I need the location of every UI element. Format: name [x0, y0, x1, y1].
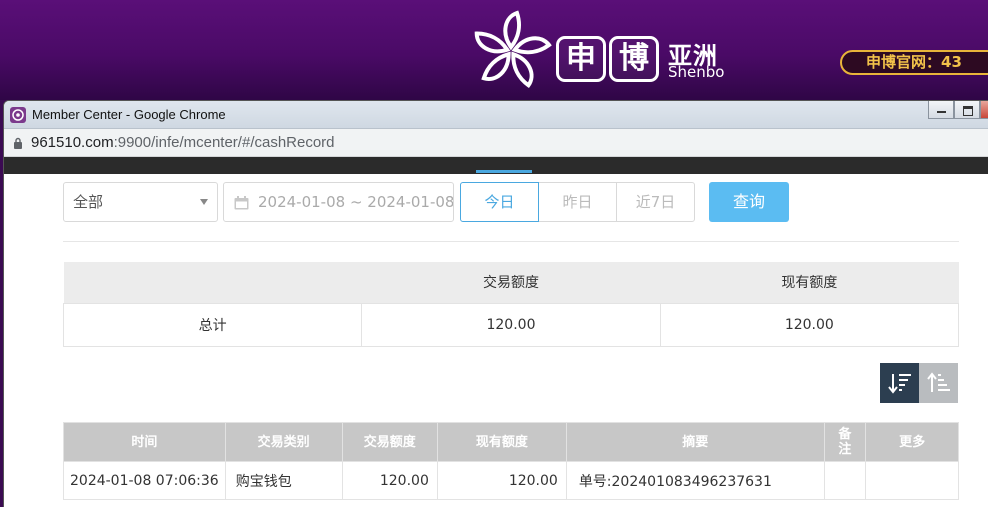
cell-summary: 单号:202401083496237631 — [565, 461, 825, 500]
summary-cell: 120.00 — [361, 302, 661, 347]
cell-more[interactable] — [865, 461, 959, 500]
flower-logo-icon — [474, 10, 552, 89]
column-header-type: 交易类别 — [224, 422, 343, 462]
minimize-button[interactable] — [928, 101, 954, 119]
calendar-icon — [234, 196, 249, 210]
column-header-amount: 交易额度 — [341, 422, 438, 462]
summary-header-cell — [63, 262, 362, 303]
window-titlebar: Member Center - Google Chrome — [4, 101, 988, 129]
summary-header-cell: 现有额度 — [660, 262, 959, 303]
window-title: Member Center - Google Chrome — [32, 107, 226, 122]
column-header-balance: 现有额度 — [436, 422, 567, 462]
divider — [63, 241, 959, 242]
cell-type: 购宝钱包 — [224, 461, 343, 500]
sort-controls — [880, 363, 958, 403]
column-header-time: 时间 — [63, 422, 226, 462]
cell-remark — [823, 461, 867, 500]
table-row: 2024-01-08 07:06:36 购宝钱包 120.00 120.00 单… — [63, 461, 959, 500]
url-text[interactable]: 961510.com:9900/infe/mcenter/#/cashRecor… — [31, 134, 335, 151]
sort-ascending-icon — [927, 372, 950, 392]
window-controls — [928, 101, 988, 121]
url-host: 961510.com — [31, 134, 114, 151]
transaction-type-select[interactable]: 全部 — [63, 182, 218, 222]
summary-header-cell: 交易额度 — [361, 262, 661, 303]
logo-english-text: Shenbo — [668, 63, 725, 81]
address-bar[interactable]: 961510.com:9900/infe/mcenter/#/cashRecor… — [4, 129, 988, 157]
logo-character-2: 博 — [609, 36, 659, 82]
official-site-badge[interactable]: 申博官网：43 — [840, 50, 988, 75]
column-header-remark: 备注 — [823, 422, 867, 462]
site-banner: 申 博 亚洲 Shenbo 申博官网：43 — [0, 0, 988, 100]
summary-table: 交易额度 现有额度 总计 120.00 120.00 — [62, 262, 960, 347]
cell-amount: 120.00 — [341, 461, 438, 500]
column-header-more: 更多 — [865, 422, 959, 462]
sort-descending-button[interactable] — [880, 363, 919, 403]
records-header-row: 时间 交易类别 交易额度 现有额度 摘要 备注 更多 — [63, 422, 959, 462]
yesterday-button[interactable]: 昨日 — [538, 182, 617, 222]
summary-cell: 总计 — [62, 302, 363, 347]
chevron-down-icon — [200, 199, 208, 205]
active-tab-indicator — [476, 170, 532, 173]
browser-window: Member Center - Google Chrome 961510.com… — [3, 100, 988, 507]
cash-record-page: 全部 2024-01-08 ~ 2024-01-08 今日 昨日 近7日 查询 … — [4, 170, 988, 507]
query-button[interactable]: 查询 — [709, 182, 789, 222]
date-range-input[interactable]: 2024-01-08 ~ 2024-01-08 — [223, 182, 454, 222]
quick-date-range-group: 今日 昨日 近7日 — [460, 182, 695, 222]
column-header-summary: 摘要 — [565, 422, 825, 462]
summary-total-row: 总计 120.00 120.00 — [62, 302, 960, 347]
maximize-button[interactable] — [954, 101, 980, 119]
url-path: :9900/infe/mcenter/#/cashRecord — [113, 134, 335, 151]
logo-character-1: 申 — [556, 36, 606, 82]
transaction-type-value: 全部 — [73, 193, 104, 211]
cell-balance: 120.00 — [436, 461, 567, 500]
date-range-value: 2024-01-08 ~ 2024-01-08 — [258, 193, 454, 211]
today-button[interactable]: 今日 — [460, 182, 539, 222]
summary-header-row: 交易额度 现有额度 — [63, 262, 959, 303]
cell-time: 2024-01-08 07:06:36 — [63, 461, 226, 500]
summary-cell: 120.00 — [659, 302, 960, 347]
app-favicon-icon — [10, 107, 26, 123]
close-button[interactable] — [980, 101, 988, 119]
last-7-days-button[interactable]: 近7日 — [616, 182, 695, 222]
lock-icon — [14, 137, 22, 149]
sort-descending-icon — [888, 374, 911, 394]
sort-ascending-button[interactable] — [919, 363, 958, 403]
cash-record-table: 时间 交易类别 交易额度 现有额度 摘要 备注 更多 2024-01-08 07… — [63, 422, 959, 500]
